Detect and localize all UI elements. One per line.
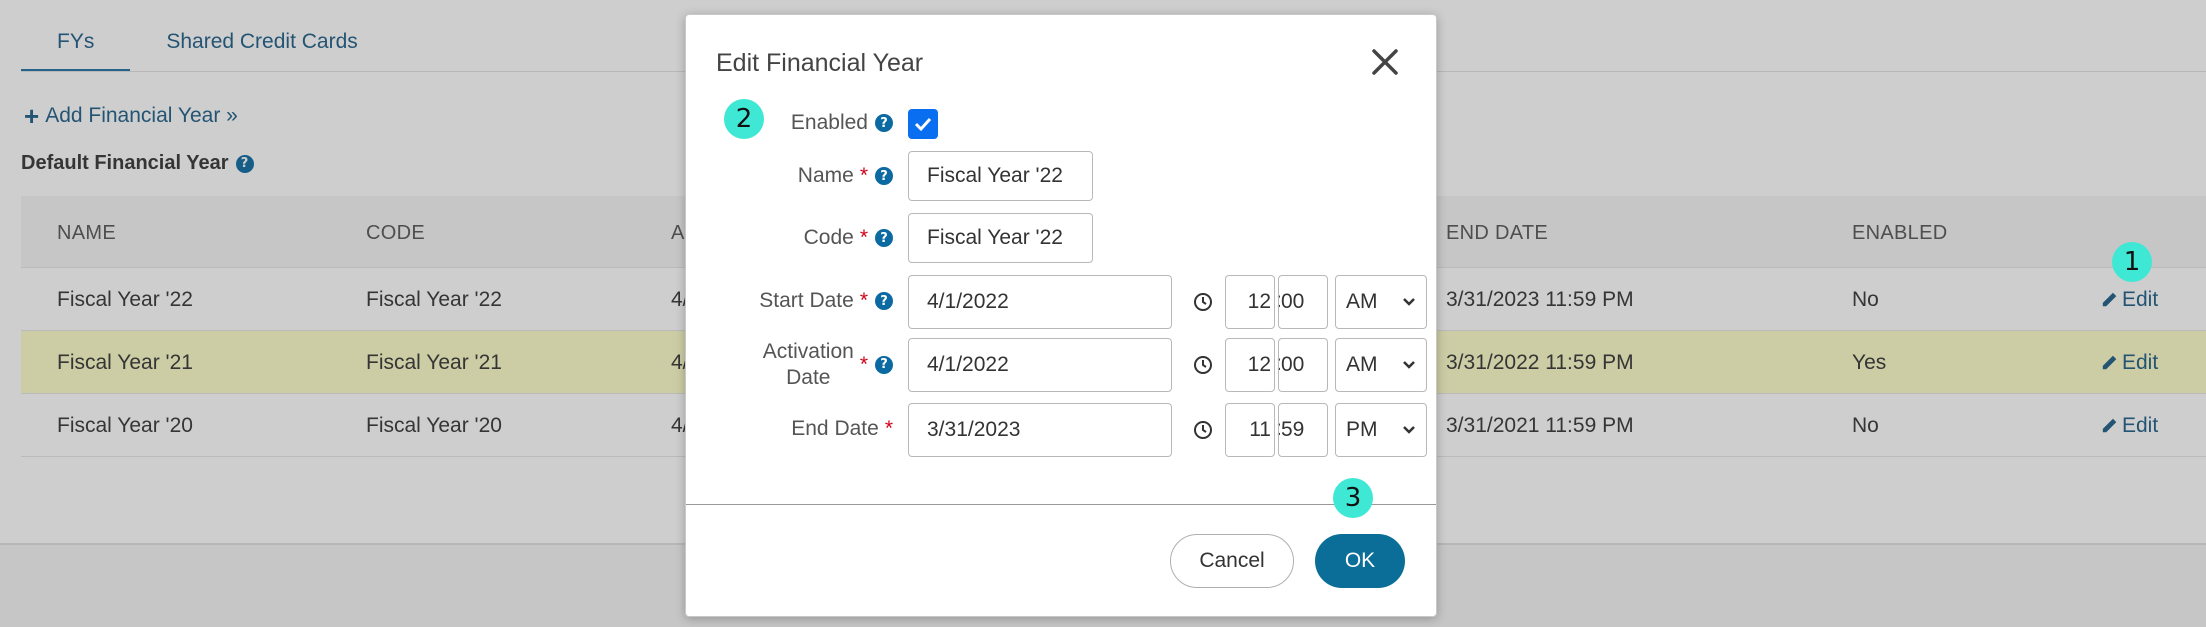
end-date-field-label: End Date * [791, 417, 893, 441]
help-icon[interactable]: ? [875, 167, 893, 185]
enabled-checkbox[interactable] [908, 109, 938, 139]
name-field-label: Name * ? [798, 164, 893, 188]
step-marker-1: 1 [2112, 242, 2152, 282]
chevron-down-icon [1403, 361, 1415, 369]
dialog-title: Edit Financial Year [716, 49, 924, 77]
end-ampm-value: PM [1346, 418, 1378, 441]
activation-ampm-select[interactable]: AM [1335, 338, 1427, 392]
clock-icon [1194, 293, 1212, 311]
close-icon[interactable] [1368, 45, 1402, 79]
help-icon[interactable]: ? [875, 356, 893, 374]
start-ampm-select[interactable]: AM [1335, 275, 1427, 329]
cancel-button[interactable]: Cancel [1170, 534, 1294, 588]
code-input[interactable]: Fiscal Year '22 [908, 213, 1093, 263]
activation-date-label-line1: Activation [762, 340, 854, 363]
clock-icon [1194, 421, 1212, 439]
end-date-label: End Date [791, 417, 879, 440]
checkmark-icon [914, 117, 932, 132]
activation-minute-input[interactable]: 00 [1278, 338, 1328, 392]
edit-financial-year-dialog: Edit Financial Year 2 Enabled ? Name * ?… [685, 14, 1437, 617]
start-date-label: Start Date [759, 289, 854, 312]
required-marker: * [859, 289, 868, 312]
required-marker: * [859, 164, 868, 187]
required-marker: * [884, 417, 893, 440]
chevron-down-icon [1403, 298, 1415, 306]
end-hour-input[interactable]: 11 [1225, 403, 1275, 457]
name-input[interactable]: Fiscal Year '22 [908, 151, 1093, 201]
end-ampm-select[interactable]: PM [1335, 403, 1427, 457]
step-marker-3: 3 [1333, 478, 1373, 518]
start-date-input[interactable]: 4/1/2022 [908, 275, 1172, 329]
clock-icon [1194, 356, 1212, 374]
end-minute-input[interactable]: 59 [1278, 403, 1328, 457]
activation-ampm-value: AM [1346, 353, 1378, 376]
enabled-field-label: Enabled ? [791, 111, 893, 135]
activation-hour-input[interactable]: 12 [1225, 338, 1275, 392]
end-date-input[interactable]: 3/31/2023 [908, 403, 1172, 457]
activation-date-label: Activation Date [763, 339, 854, 391]
chevron-down-icon [1403, 426, 1415, 434]
activation-date-field-label: Activation Date * ? [763, 339, 893, 391]
activation-date-input[interactable]: 4/1/2022 [908, 338, 1172, 392]
start-minute-input[interactable]: 00 [1278, 275, 1328, 329]
required-marker: * [859, 226, 868, 249]
name-label: Name [797, 164, 854, 187]
step-marker-2: 2 [724, 99, 764, 139]
help-icon[interactable]: ? [875, 292, 893, 310]
code-field-label: Code * ? [804, 226, 893, 250]
help-icon[interactable]: ? [875, 114, 893, 132]
code-label: Code [803, 226, 854, 249]
dialog-footer-divider [686, 504, 1436, 505]
start-date-field-label: Start Date * ? [759, 289, 893, 313]
activation-date-label-line2: Date [786, 366, 831, 389]
help-icon[interactable]: ? [875, 229, 893, 247]
start-hour-input[interactable]: 12 [1225, 275, 1275, 329]
start-ampm-value: AM [1346, 290, 1378, 313]
required-marker: * [859, 353, 868, 376]
enabled-label: Enabled [790, 111, 868, 134]
ok-button[interactable]: OK [1315, 534, 1405, 588]
